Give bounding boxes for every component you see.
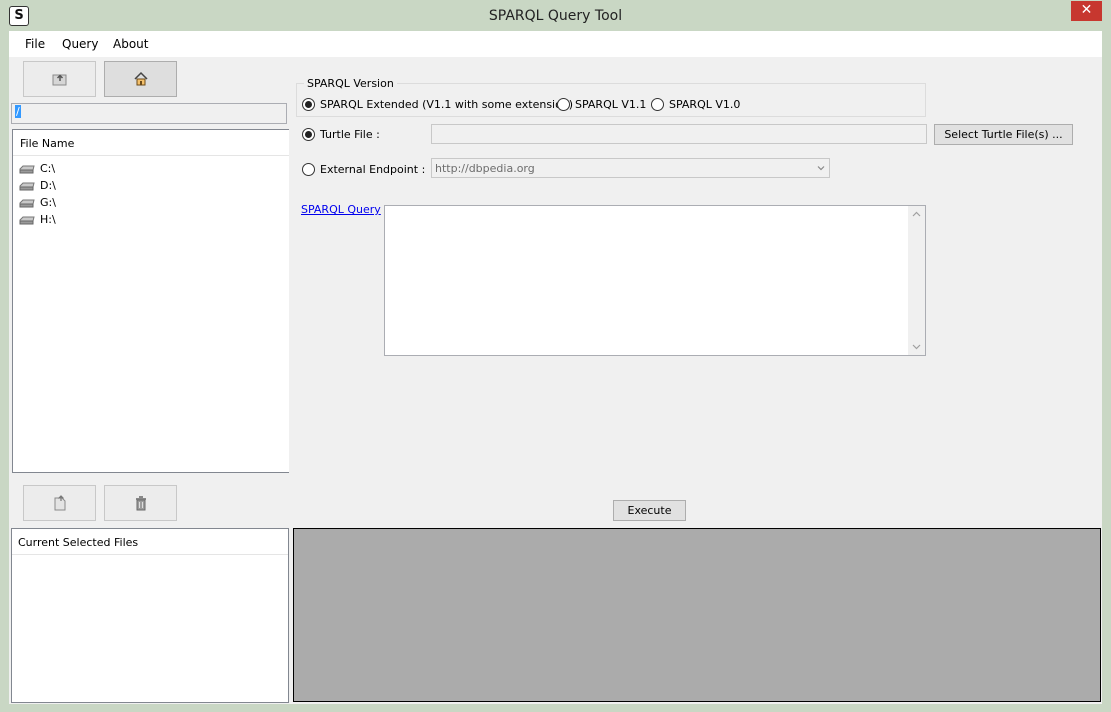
file-row-label: H:\ <box>40 213 56 226</box>
menu-file[interactable]: File <box>25 37 45 51</box>
close-button[interactable]: ✕ <box>1071 1 1102 21</box>
endpoint-select-value: http://dbpedia.org <box>435 162 535 175</box>
drive-icon <box>19 165 35 174</box>
menu-query[interactable]: Query <box>62 37 98 51</box>
label-sparql-extended[interactable]: SPARQL Extended (V1.1 with some extensio… <box>320 98 573 111</box>
menu-about[interactable]: About <box>113 37 148 51</box>
label-external-endpoint[interactable]: External Endpoint : <box>320 163 425 176</box>
sparql-query-textarea[interactable] <box>384 205 926 356</box>
query-scrollbar[interactable] <box>908 206 925 355</box>
sparql-query-link[interactable]: SPARQL Query <box>301 203 381 216</box>
selected-files-list[interactable]: Current Selected Files <box>11 528 289 703</box>
client-area: File Query About / File Name C:\ D:\ G:\… <box>9 31 1102 704</box>
file-row[interactable]: D:\ <box>13 177 289 194</box>
select-turtle-files-button[interactable]: Select Turtle File(s) ... <box>934 124 1073 145</box>
add-file-icon <box>54 495 66 511</box>
delete-button[interactable] <box>104 485 177 521</box>
add-file-button[interactable] <box>23 485 96 521</box>
file-row-label: G:\ <box>40 196 56 209</box>
sparql-version-legend: SPARQL Version <box>304 77 397 90</box>
home-icon <box>134 71 148 86</box>
radio-turtle-file[interactable] <box>302 128 315 141</box>
endpoint-select[interactable]: http://dbpedia.org <box>431 158 830 178</box>
home-button[interactable] <box>104 61 177 97</box>
radio-sparql-v10[interactable] <box>651 98 664 111</box>
label-sparql-v10[interactable]: SPARQL V1.0 <box>669 98 740 111</box>
drive-icon <box>19 199 35 208</box>
turtle-file-input[interactable] <box>431 124 927 144</box>
folder-up-icon <box>52 74 67 86</box>
path-input[interactable]: / <box>11 103 287 124</box>
file-row[interactable]: G:\ <box>13 194 289 211</box>
app-window: S SPARQL Query Tool ✕ File Query About / <box>0 0 1111 712</box>
drive-icon <box>19 216 35 225</box>
label-turtle-file[interactable]: Turtle File : <box>320 128 380 141</box>
scroll-down-icon[interactable] <box>912 344 921 350</box>
radio-external-endpoint[interactable] <box>302 163 315 176</box>
path-value: / <box>15 105 21 118</box>
folder-up-button[interactable] <box>23 61 96 97</box>
radio-sparql-extended[interactable] <box>302 98 315 111</box>
window-title: SPARQL Query Tool <box>488 8 623 24</box>
selected-files-header[interactable]: Current Selected Files <box>12 529 288 555</box>
file-row-label: D:\ <box>40 179 56 192</box>
chevron-down-icon <box>817 166 825 171</box>
file-row-label: C:\ <box>40 162 56 175</box>
radio-sparql-v11[interactable] <box>557 98 570 111</box>
execute-button[interactable]: Execute <box>613 500 686 521</box>
file-list-header[interactable]: File Name <box>13 130 289 156</box>
trash-icon <box>136 496 146 511</box>
scroll-up-icon[interactable] <box>912 211 921 217</box>
drive-icon <box>19 182 35 191</box>
file-list[interactable]: File Name C:\ D:\ G:\ H:\ <box>12 129 289 473</box>
file-row[interactable]: C:\ <box>13 160 289 177</box>
title-bar[interactable]: S SPARQL Query Tool ✕ <box>0 0 1111 31</box>
menu-bar: File Query About <box>9 31 1102 57</box>
label-sparql-v11[interactable]: SPARQL V1.1 <box>575 98 646 111</box>
results-panel <box>293 528 1101 702</box>
file-row[interactable]: H:\ <box>13 211 289 228</box>
